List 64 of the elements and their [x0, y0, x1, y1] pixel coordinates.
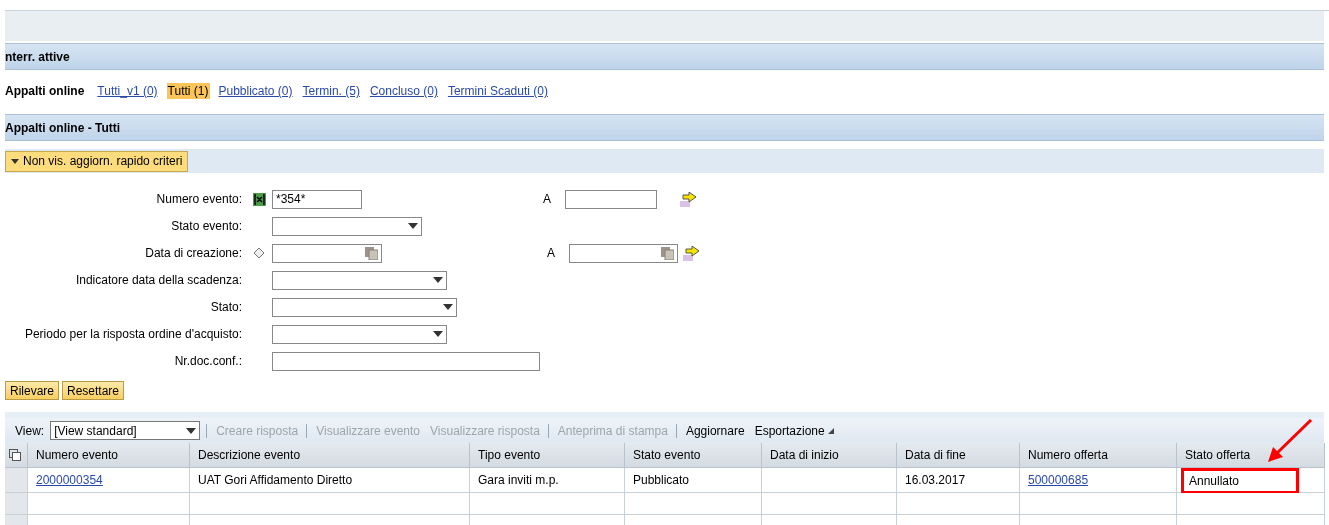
column-header[interactable]: Numero offerta: [1020, 443, 1177, 468]
view-label: View:: [15, 423, 45, 438]
query-title: Appalti online: [5, 84, 85, 98]
dropdown-arrow-icon: [408, 223, 418, 229]
field-label: Data di creazione:: [144, 246, 243, 260]
cell-text: Gara inviti m.p.: [478, 473, 559, 487]
arrow-drawing: [1267, 419, 1313, 463]
input-field[interactable]: *354*: [272, 189, 362, 209]
arrow-right-icon[interactable]: [679, 191, 697, 207]
cell-text: Annullato: [1189, 474, 1240, 488]
input-field[interactable]: [272, 351, 540, 371]
table-link[interactable]: 2000000354: [36, 473, 103, 487]
cell-text: Pubblicato: [633, 473, 690, 487]
range-label: A: [547, 246, 556, 260]
cell-text: 16.03.2017: [905, 473, 966, 487]
dropdown-arrow-icon: [433, 331, 443, 337]
dropdown-field[interactable]: [272, 297, 457, 317]
calendar-icon[interactable]: [661, 246, 674, 260]
query-link[interactable]: Pubblicato (0): [217, 83, 294, 99]
table-link[interactable]: 500000685: [1028, 473, 1089, 487]
dropdown-field[interactable]: [272, 270, 447, 290]
column-header[interactable]: Data di inizio: [762, 443, 897, 468]
cell-text: UAT Gori Affidamento Diretto: [198, 473, 353, 487]
column-header[interactable]: Stato evento: [625, 443, 762, 468]
section-header: nterr. attive: [5, 43, 1324, 70]
form-button[interactable]: Resettare: [62, 381, 125, 400]
diamond-icon[interactable]: [253, 247, 265, 259]
calendar-icon[interactable]: [365, 246, 378, 260]
column-header[interactable]: Descrizione evento: [190, 443, 470, 468]
date-field[interactable]: [569, 243, 678, 263]
criteria-toggle-button[interactable]: Non vis. aggiorn. rapido criteri: [5, 150, 189, 172]
field-label: Indicatore data della scadenza:: [74, 273, 243, 287]
section-header: Appalti online - Tutti: [5, 114, 1324, 141]
input-field[interactable]: [565, 189, 657, 209]
arrow-right-icon[interactable]: [682, 245, 700, 261]
field-label: Stato:: [209, 300, 243, 314]
toolbar-button[interactable]: Aggiornare: [675, 423, 747, 438]
query-link[interactable]: Concluso (0): [368, 83, 439, 99]
form-button[interactable]: Rilevare: [5, 381, 59, 400]
view-dropdown[interactable]: [View standard]: [50, 421, 201, 440]
caret-icon: [11, 158, 19, 164]
date-field[interactable]: [272, 243, 382, 263]
column-header[interactable]: Data di fine: [897, 443, 1020, 468]
range-label: A: [543, 192, 552, 206]
query-link[interactable]: Termin. (5): [301, 83, 361, 99]
query-link[interactable]: Tutti_v1 (0): [96, 83, 159, 99]
field-label: Nr.doc.conf.:: [173, 354, 243, 368]
dropdown-field[interactable]: [272, 216, 422, 236]
dropdown-field[interactable]: [272, 324, 447, 344]
include-operator-icon[interactable]: [252, 192, 266, 206]
column-header[interactable]: Numero evento: [28, 443, 190, 468]
dropdown-arrow-icon: [186, 427, 197, 434]
dropdown-arrow-icon: [443, 304, 453, 310]
toolbar-button[interactable]: Esportazione: [752, 423, 836, 438]
column-header[interactable]: Stato offerta: [1177, 443, 1325, 468]
caret-icon: [827, 427, 834, 434]
column-header[interactable]: Tipo evento: [470, 443, 625, 468]
query-link[interactable]: Tutti (1): [166, 83, 210, 99]
field-label: Stato evento:: [170, 219, 243, 233]
query-link[interactable]: Termini Scaduti (0): [446, 83, 549, 99]
select-all-icon[interactable]: [9, 449, 21, 461]
field-label: Periodo per la risposta ordine d'acquisto:: [23, 327, 243, 341]
field-label: Numero evento:: [155, 192, 243, 206]
dropdown-arrow-icon: [433, 277, 443, 283]
